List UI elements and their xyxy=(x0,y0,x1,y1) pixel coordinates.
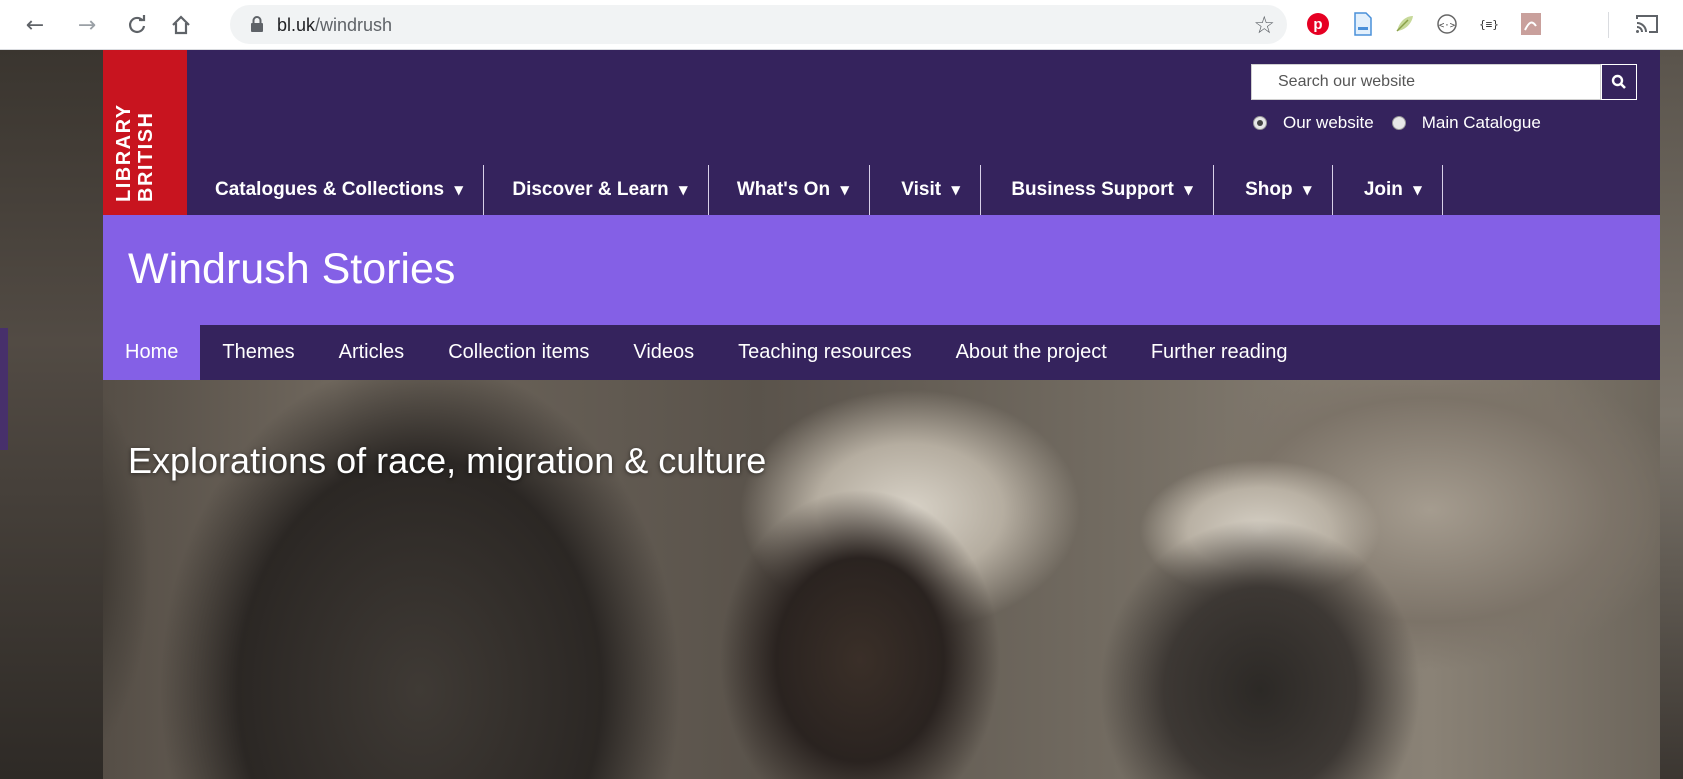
url-host: bl.uk xyxy=(277,15,316,35)
logo-line-british: BRITISH xyxy=(135,111,157,203)
nav-label: What's On xyxy=(736,179,831,200)
bookmark-star-icon[interactable]: ☆ xyxy=(1253,11,1275,39)
nav-shop[interactable]: Shop ▼ xyxy=(1214,165,1333,215)
nav-label: Visit xyxy=(901,179,942,200)
nav-business-support[interactable]: Business Support ▼ xyxy=(981,165,1215,215)
json-icon[interactable]: {≡} xyxy=(1476,11,1502,37)
nav-whats-on[interactable]: What's On ▼ xyxy=(709,165,871,215)
leaf-icon[interactable] xyxy=(1392,11,1418,37)
nav-visit[interactable]: Visit ▼ xyxy=(870,165,982,215)
caret-down-icon: ▼ xyxy=(1183,183,1194,197)
caret-down-icon: ▼ xyxy=(1412,183,1423,197)
hero-photo-left xyxy=(0,50,103,779)
tab-articles[interactable]: Articles xyxy=(317,325,427,380)
site-header: LIBRARY BRITISH Our website Main Catalog… xyxy=(103,50,1660,215)
pdf-icon[interactable] xyxy=(1518,11,1544,37)
main-nav: Catalogues & Collections ▼ Discover & Lea… xyxy=(187,165,1444,215)
page-title[interactable]: Windrush Stories xyxy=(128,245,455,294)
search-button[interactable] xyxy=(1601,64,1637,100)
lock-icon xyxy=(251,16,263,32)
radio-label-main-catalogue: Main Catalogue xyxy=(1421,113,1541,132)
arrow-right-icon[interactable]: → xyxy=(72,10,102,40)
toolbar-divider xyxy=(1608,12,1609,38)
nav-label: Catalogues & Collections xyxy=(215,179,445,200)
logo-line-library: LIBRARY xyxy=(113,103,135,202)
svg-text:{≡}: {≡} xyxy=(1479,18,1499,31)
reload-icon[interactable] xyxy=(122,10,152,40)
tab-videos[interactable]: Videos xyxy=(611,325,716,380)
cast-icon[interactable] xyxy=(1634,11,1660,37)
side-accent xyxy=(0,328,8,450)
pinterest-icon[interactable]: p xyxy=(1305,11,1331,37)
nav-label: Discover & Learn xyxy=(512,179,669,200)
caret-down-icon: ▼ xyxy=(678,183,688,197)
nav-label: Shop xyxy=(1245,179,1293,200)
tab-themes[interactable]: Themes xyxy=(200,325,316,380)
home-icon[interactable] xyxy=(166,10,196,40)
nav-discover-learn[interactable]: Discover & Learn ▼ xyxy=(484,165,709,215)
search-input[interactable] xyxy=(1252,65,1602,99)
hero-photo-right xyxy=(1660,50,1683,779)
caret-down-icon: ▼ xyxy=(1302,183,1312,197)
code-icon[interactable]: <·> xyxy=(1434,11,1460,37)
hero-tagline: Explorations of race, migration & cultur… xyxy=(128,440,767,481)
nav-label: Business Support xyxy=(1011,179,1174,200)
british-library-logo[interactable]: LIBRARY BRITISH xyxy=(103,50,187,215)
section-nav: Home Themes Articles Collection items Vi… xyxy=(103,325,1660,380)
caret-down-icon: ▼ xyxy=(454,183,464,197)
svg-text:p: p xyxy=(1313,16,1322,33)
tab-further-reading[interactable]: Further reading xyxy=(1129,325,1310,380)
svg-text:<·>: <·> xyxy=(1439,21,1456,31)
caret-down-icon: ▼ xyxy=(951,183,961,197)
tab-teaching-resources[interactable]: Teaching resources xyxy=(716,325,933,380)
search-box xyxy=(1251,64,1602,100)
url-path: /windrush xyxy=(315,15,393,35)
radio-main-catalogue[interactable] xyxy=(1391,116,1406,130)
arrow-left-icon[interactable]: ← xyxy=(20,10,50,40)
logo-text: LIBRARY BRITISH xyxy=(113,52,157,202)
search-scope: Our website Main Catalogue xyxy=(1253,112,1559,134)
document-icon[interactable] xyxy=(1350,11,1376,37)
nav-join[interactable]: Join ▼ xyxy=(1333,165,1444,215)
tab-about-the-project[interactable]: About the project xyxy=(934,325,1129,380)
nav-catalogues-collections[interactable]: Catalogues & Collections ▼ xyxy=(187,165,485,215)
nav-label: Join xyxy=(1363,179,1403,200)
caret-down-icon: ▼ xyxy=(840,183,850,197)
site-title-bar: Windrush Stories xyxy=(103,215,1660,325)
url-text: bl.uk/windrush xyxy=(277,15,392,36)
search-icon xyxy=(1611,74,1626,89)
browser-toolbar: ← → bl.uk/windrush ☆ p <·> {≡} xyxy=(0,0,1683,50)
address-bar[interactable]: bl.uk/windrush ☆ xyxy=(230,5,1287,44)
radio-our-website[interactable] xyxy=(1253,116,1267,130)
tab-home[interactable]: Home xyxy=(103,325,201,380)
radio-label-our-website: Our website xyxy=(1283,113,1374,132)
tab-collection-items[interactable]: Collection items xyxy=(426,325,611,380)
page-viewport: LIBRARY BRITISH Our website Main Catalog… xyxy=(0,50,1683,779)
